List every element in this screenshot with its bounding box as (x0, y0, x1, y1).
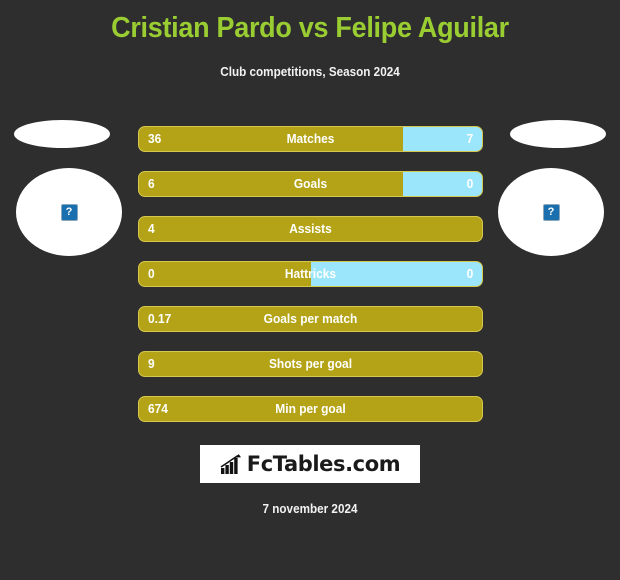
stat-row: 0.17 Goals per match (138, 306, 483, 332)
stat-row: 674 Min per goal (138, 396, 483, 422)
page-title: Cristian Pardo vs Felipe Aguilar (111, 12, 509, 44)
stat-row: 36 Matches 7 (138, 126, 483, 152)
stat-label: Min per goal (275, 401, 346, 416)
player-right: ? (496, 120, 606, 256)
broken-image-icon: ? (542, 203, 560, 221)
stat-label: Shots per goal (268, 356, 353, 371)
stat-row: 0 Hattricks 0 (138, 261, 483, 287)
stat-label: Assists (289, 221, 332, 236)
player-right-shirt-shape (510, 120, 606, 148)
stat-row: 4 Assists (138, 216, 483, 242)
page-subtitle: Club competitions, Season 2024 (220, 64, 400, 79)
player-left: ? (14, 120, 124, 256)
stat-label: Hattricks (284, 266, 337, 281)
stat-value-right: 7 (466, 131, 473, 146)
stat-value-right: 0 (466, 176, 473, 191)
stat-row: 9 Shots per goal (138, 351, 483, 377)
player-left-shirt-shape (14, 120, 110, 148)
date-label: 7 november 2024 (262, 501, 358, 516)
stat-label: Goals (293, 176, 328, 191)
fctables-logo[interactable]: FcTables.com (200, 445, 420, 483)
stat-label: Matches (286, 131, 335, 146)
stat-value-right: 0 (466, 266, 473, 281)
stat-label: Goals per match (263, 311, 358, 326)
player-left-photo: ? (16, 168, 122, 256)
fctables-logo-text: FcTables.com (246, 452, 401, 476)
broken-image-icon: ? (60, 203, 78, 221)
bar-chart-icon (220, 454, 241, 474)
stat-bars-list: 36 Matches 7 6 Goals 0 4 Assists 0 Hattricks 0 0.17… (138, 126, 483, 441)
comparison-infographic: Cristian Pardo vs Felipe Aguilar Club co… (0, 0, 620, 580)
player-right-photo: ? (498, 168, 604, 256)
stat-row: 6 Goals 0 (138, 171, 483, 197)
